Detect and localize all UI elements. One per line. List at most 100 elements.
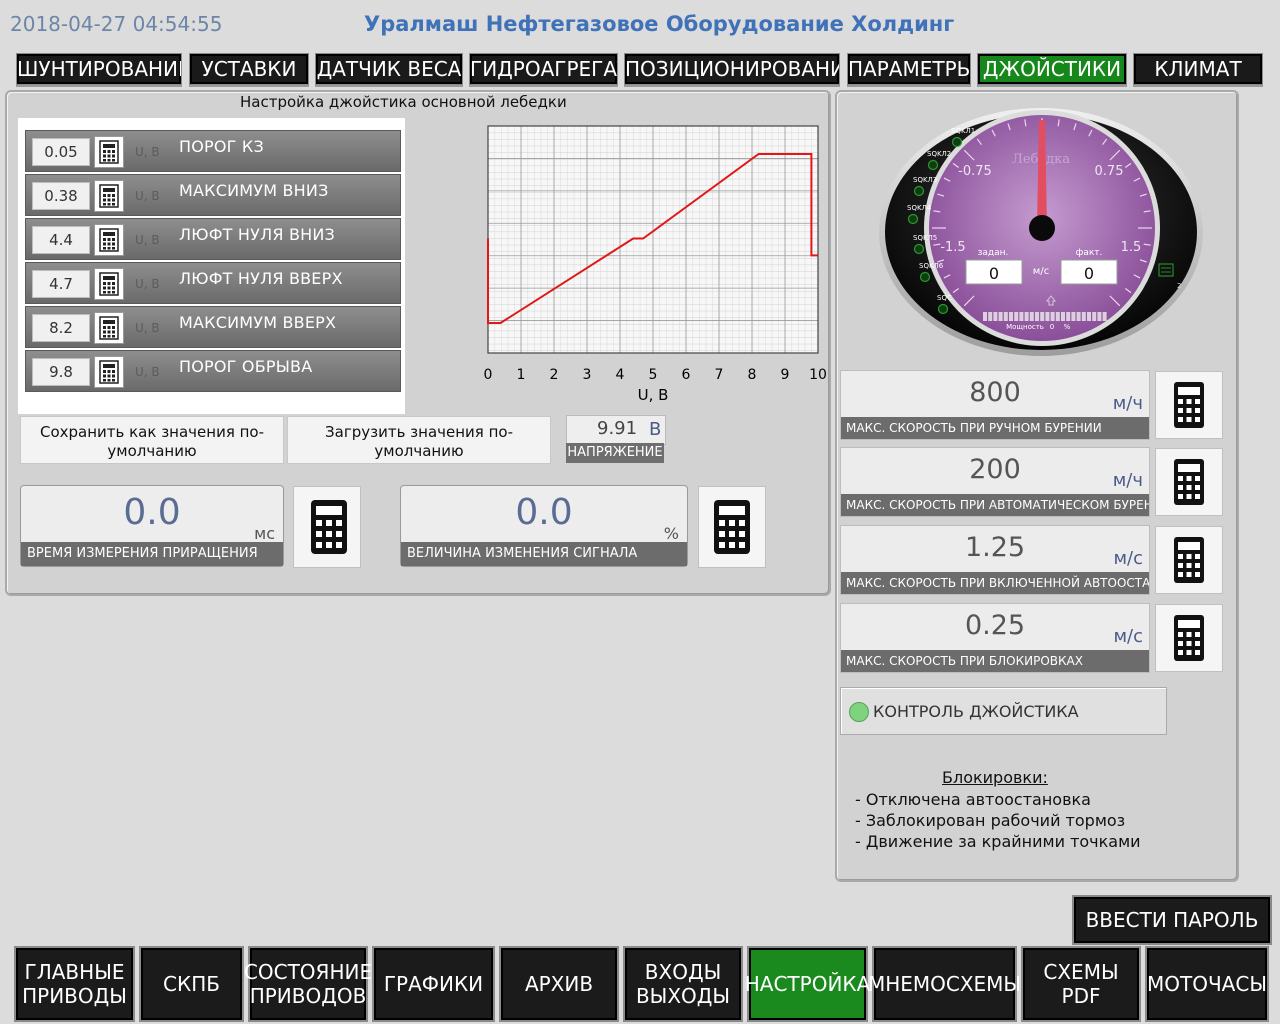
power-segment	[1081, 312, 1086, 321]
calculator-icon	[714, 500, 750, 554]
power-segment	[1045, 312, 1050, 321]
value-field[interactable]: 0.05	[32, 138, 90, 166]
max-speed-blocking-field[interactable]: 0.25 м/с МАКС. СКОРОСТЬ ПРИ БЛОКИРОВКАХ	[840, 603, 1150, 673]
value-field[interactable]: 4.4	[32, 226, 90, 254]
tab-weight-sensor[interactable]: ДАТЧИК ВЕСА	[315, 53, 463, 85]
calculator-icon[interactable]	[94, 312, 124, 344]
max-speed-auto-field[interactable]: 200 м/ч МАКС. СКОРОСТЬ ПРИ АВТОМАТИЧЕСКО…	[840, 447, 1150, 517]
block-item: - Движение за крайними точками	[855, 832, 1141, 851]
x-tick-label: 1	[517, 367, 526, 383]
tab-hydraulic-unit[interactable]: ГИДРОАГРЕГАТ	[469, 53, 618, 85]
block-item: - Заблокирован рабочий тормоз	[855, 811, 1126, 830]
field-unit: м/с	[1113, 626, 1143, 647]
voltage-value: 9.91	[597, 418, 638, 439]
field-unit: мс	[254, 524, 275, 543]
nav-settings[interactable]: НАСТРОЙКА	[745, 946, 870, 1022]
field-unit: м/с	[1113, 548, 1143, 569]
threshold-label: ПОРОГ КЗ	[179, 137, 264, 156]
tab-joysticks[interactable]: ДЖОЙСТИКИ	[977, 53, 1127, 85]
value-field[interactable]: 9.8	[32, 358, 90, 386]
voltage-unit: В	[649, 419, 662, 440]
gauge-unit: м/с	[1033, 266, 1049, 277]
x-tick-label: 7	[715, 367, 724, 383]
nav-graphs[interactable]: ГРАФИКИ	[372, 946, 495, 1022]
x-tick-label: 8	[748, 367, 757, 383]
top-nav: ШУНТИРОВАНИЕ УСТАВКИ ДАТЧИК ВЕСА ГИДРОАГ…	[0, 53, 1280, 85]
calculator-button[interactable]	[1155, 371, 1223, 439]
increment-time-field[interactable]: 0.0 мс ВРЕМЯ ИЗМЕРЕНИЯ ПРИРАЩЕНИЯ	[20, 485, 284, 567]
calculator-button[interactable]	[698, 486, 766, 568]
actual-label: факт.	[1076, 248, 1103, 258]
max-speed-manual-field[interactable]: 800 м/ч МАКС. СКОРОСТЬ ПРИ РУЧНОМ БУРЕНИ…	[840, 370, 1150, 440]
calculator-icon	[1174, 382, 1204, 428]
power-segment	[1014, 312, 1019, 321]
power-value: 0	[1050, 323, 1054, 331]
power-segment	[1097, 312, 1102, 321]
unit-label: U, В	[135, 321, 160, 335]
power-segment	[1035, 312, 1039, 321]
limit-switch-led-icon	[937, 303, 949, 315]
limit-switch-label: SQC	[937, 294, 952, 302]
calculator-icon[interactable]	[94, 268, 124, 300]
calculator-icon	[1174, 537, 1204, 583]
threshold-label: ЛЮФТ НУЛЯ ВНИЗ	[179, 225, 335, 244]
threshold-row-max-down: 0.38 U, В МАКСИМУМ ВНИЗ	[25, 174, 401, 216]
limit-switch-led-icon	[907, 213, 919, 225]
tab-parameters[interactable]: ПАРАМЕТРЫ	[847, 53, 971, 85]
voltage-display: 9.91 В	[566, 415, 666, 445]
value-field[interactable]: 8.2	[32, 314, 90, 342]
unit-label: U, В	[135, 189, 160, 203]
field-caption: МАКС. СКОРОСТЬ ПРИ БЛОКИРОВКАХ	[841, 650, 1149, 672]
tab-setpoints[interactable]: УСТАВКИ	[189, 53, 309, 85]
tab-positioning[interactable]: ПОЗИЦИОНИРОВАНИЕ	[624, 53, 840, 85]
nav-archive[interactable]: АРХИВ	[499, 946, 619, 1022]
value-field[interactable]: 0.38	[32, 182, 90, 210]
power-segment	[993, 312, 998, 321]
nav-mimic-diagrams[interactable]: МНЕМОСХЕМЫ	[868, 946, 1021, 1022]
power-segment	[1071, 312, 1076, 321]
calculator-button[interactable]	[1155, 448, 1223, 516]
nav-inputs-outputs[interactable]: ВХОДЫ ВЫХОДЫ	[623, 946, 743, 1022]
calculator-icon	[1174, 615, 1204, 661]
nav-main-drives[interactable]: ГЛАВНЫЕ ПРИВОДЫ	[14, 946, 135, 1022]
nav-drive-state[interactable]: СОСТОЯНИЕ ПРИВОДОВ	[244, 946, 372, 1022]
nav-skpb[interactable]: СКПБ	[139, 946, 244, 1022]
max-speed-autostop-field[interactable]: 1.25 м/с МАКС. СКОРОСТЬ ПРИ ВКЛЮЧЕННОЙ А…	[840, 525, 1150, 595]
power-segment	[1003, 312, 1008, 321]
limit-switch-label: SQKЛ4	[907, 204, 932, 212]
nav-schemes-pdf[interactable]: СХЕМЫ PDF	[1021, 946, 1141, 1022]
blocks-title: Блокировки:	[942, 768, 1048, 787]
threshold-label: ПОРОГ ОБРЫВА	[179, 357, 313, 376]
load-default-button[interactable]: Загрузить значения по-умолчанию	[287, 416, 551, 464]
power-segment	[983, 312, 987, 321]
calculator-icon[interactable]	[94, 224, 124, 256]
tab-shunting[interactable]: ШУНТИРОВАНИЕ	[16, 53, 182, 85]
calculator-icon[interactable]	[94, 356, 124, 388]
save-default-button[interactable]: Сохранить как значения по-умолчанию	[20, 416, 284, 464]
power-segment	[1102, 312, 1107, 321]
limit-switch-label: SQKЛ2	[927, 150, 951, 158]
value-field[interactable]: 4.7	[32, 270, 90, 298]
joystick-control-button[interactable]: КОНТРОЛЬ ДЖОЙСТИКА	[840, 687, 1167, 735]
calculator-button[interactable]	[1155, 526, 1223, 594]
unit-label: U, В	[135, 365, 160, 379]
power-segment	[1076, 312, 1081, 321]
power-label: Мощность	[1006, 323, 1044, 331]
nav-motor-hours[interactable]: МОТОЧАСЫ	[1145, 946, 1269, 1022]
calculator-button[interactable]	[1155, 604, 1223, 672]
power-segment	[1092, 312, 1097, 321]
power-segment	[1024, 312, 1029, 321]
joystick-curve-chart: 0 1 2 3 4 5 6 7 8 9 10 U, В	[484, 125, 826, 404]
enter-password-button[interactable]: ВВЕСТИ ПАРОЛЬ	[1072, 895, 1272, 945]
field-value: 0.0	[123, 492, 181, 533]
calculator-icon[interactable]	[94, 180, 124, 212]
limit-switch-label: SQKЛ5	[913, 234, 937, 242]
voltage-label: НАПРЯЖЕНИЕ	[566, 443, 664, 463]
calculator-icon[interactable]	[94, 136, 124, 168]
signal-change-field[interactable]: 0.0 % ВЕЛИЧИНА ИЗМЕНЕНИЯ СИГНАЛА	[400, 485, 688, 567]
power-segment	[1019, 312, 1024, 321]
threshold-row-zero-backlash-up: 4.7 U, В ЛЮФТ НУЛЯ ВВЕРХ	[25, 262, 401, 304]
tab-climate[interactable]: КЛИМАТ	[1133, 53, 1263, 85]
power-segment	[1009, 312, 1013, 321]
calculator-button[interactable]	[293, 486, 361, 568]
